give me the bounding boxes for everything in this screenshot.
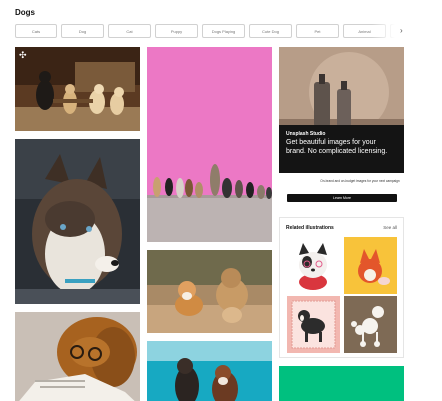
related-search-chips: Cats Dog Cat Puppy Dogs Playing Cute Dog…	[15, 24, 405, 38]
ad-brand: Unsplash Studio	[286, 131, 326, 137]
chip-puppy[interactable]: Puppy	[155, 24, 198, 38]
chevron-right-icon[interactable]: ›	[400, 25, 403, 37]
photo-husky[interactable]	[15, 139, 140, 304]
see-all-link[interactable]: See all	[383, 225, 397, 230]
photo-dogs-pink-wall[interactable]	[147, 47, 272, 242]
illustration-poodle[interactable]	[344, 296, 397, 353]
photo-dogs-at-beach[interactable]	[147, 341, 272, 401]
related-illustrations-title: Related illustrations	[286, 225, 334, 231]
ad-headline: Get beautiful images for your brand. No …	[286, 139, 388, 155]
expand-arrows-icon[interactable]: ✣	[19, 51, 28, 60]
illustration-french-bulldog[interactable]	[287, 237, 340, 294]
photo-dog-with-glasses[interactable]	[15, 312, 140, 401]
related-illustrations-panel: Related illustrations See all	[279, 217, 404, 358]
sponsored-ad[interactable]: Unsplash Studio Get beautiful images for…	[279, 47, 404, 238]
chip-cats[interactable]: Cats	[15, 24, 57, 38]
chip-cat[interactable]: Cat	[108, 24, 151, 38]
green-promo-tile[interactable]	[279, 366, 404, 401]
illustration-shiba-dog[interactable]	[344, 237, 397, 294]
photo-dogs-on-bench[interactable]: ✣	[15, 47, 140, 131]
chip-dogs-playing[interactable]: Dogs Playing	[202, 24, 245, 38]
learn-more-button[interactable]: Learn More	[287, 194, 397, 202]
search-results-page: Dogs Cats Dog Cat Puppy Dogs Playing Cut…	[0, 0, 442, 401]
ad-copy: On-brand and on-budget images for your n…	[320, 179, 400, 183]
chip-cute-dog[interactable]: Cute Dog	[249, 24, 292, 38]
ad-text-block: Unsplash Studio Get beautiful images for…	[286, 131, 396, 156]
chip-dog[interactable]: Dog	[61, 24, 104, 38]
photo-two-puppies-running[interactable]	[147, 250, 272, 333]
chip-pet[interactable]: Pet	[296, 24, 339, 38]
illustration-dog-stamp[interactable]	[287, 296, 340, 353]
page-title: Dogs	[15, 8, 35, 17]
